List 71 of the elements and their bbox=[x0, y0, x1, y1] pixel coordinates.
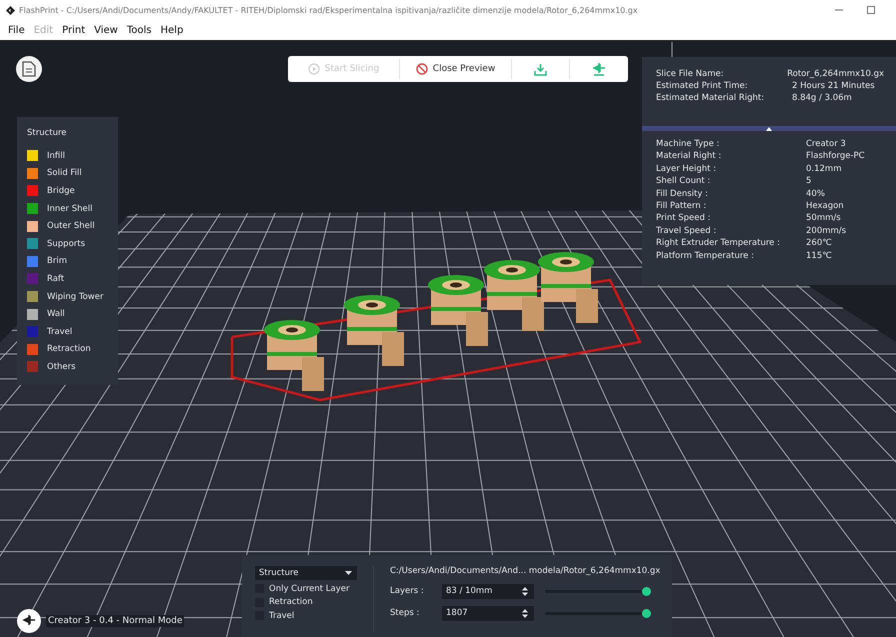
printer-icon bbox=[22, 615, 36, 627]
info-value: Rotor_6,264mmx10.gx bbox=[787, 69, 884, 79]
legend-label: Solid Fill bbox=[47, 168, 82, 178]
spin-field[interactable]: 1807 bbox=[442, 606, 534, 620]
info-value: 40% bbox=[806, 188, 825, 199]
info-value: 115℃ bbox=[806, 250, 832, 261]
play-icon bbox=[308, 63, 320, 75]
option-label: Only Current Layer bbox=[269, 584, 350, 594]
info-label: Estimated Material Right: bbox=[656, 93, 766, 103]
info-value: 200mm/s bbox=[806, 226, 846, 236]
menu-item[interactable]: File bbox=[8, 24, 25, 36]
option-label: Travel bbox=[269, 610, 294, 621]
caret-icon bbox=[345, 571, 352, 575]
legend-label: Wall bbox=[47, 309, 65, 320]
info-value: Flashforge-PC bbox=[806, 151, 865, 162]
prohibited-icon bbox=[416, 63, 428, 75]
menu-item[interactable]: Tools bbox=[126, 24, 152, 36]
legend-title: Structure bbox=[27, 128, 68, 138]
legend-label: Raft bbox=[47, 274, 64, 284]
info-value: 5 bbox=[806, 176, 812, 186]
menu-item[interactable]: Print bbox=[62, 24, 86, 36]
menu-item[interactable]: Help bbox=[160, 24, 184, 36]
info-label: Machine Type : bbox=[656, 139, 720, 149]
app-logo-icon bbox=[6, 6, 15, 14]
info-label: Travel Speed : bbox=[656, 226, 718, 236]
maximize-icon[interactable] bbox=[866, 5, 876, 15]
close-preview-button[interactable]: Close Preview bbox=[400, 59, 512, 79]
legend-label: Bridge bbox=[47, 186, 75, 196]
info-value: 260℃ bbox=[806, 238, 832, 248]
info-label: Material Right : bbox=[656, 151, 722, 162]
legend-label: Outer Shell bbox=[47, 221, 95, 232]
info-value: 8.84g / 3.06m bbox=[792, 93, 852, 103]
info-label: Slice File Name: bbox=[656, 69, 725, 79]
file-icon-button[interactable] bbox=[16, 56, 42, 82]
info-value: 0.12mm bbox=[806, 164, 842, 174]
slider-handle[interactable] bbox=[642, 586, 651, 596]
legend-label: Infill bbox=[47, 150, 65, 161]
legend-label: Brim bbox=[47, 256, 67, 266]
legend-label: Others bbox=[47, 362, 76, 372]
info-value: 50mm/s bbox=[806, 213, 841, 224]
download-icon bbox=[534, 62, 547, 76]
slider-label: Layers : bbox=[390, 586, 425, 596]
slider-label: Steps : bbox=[390, 608, 420, 618]
spin-field[interactable]: 83 / 10mm bbox=[442, 584, 534, 598]
info-label: Platform Temperature : bbox=[656, 250, 755, 261]
option-label: Retraction bbox=[269, 597, 313, 608]
legend-label: Wiping Tower bbox=[47, 292, 104, 302]
info-label: Fill Pattern : bbox=[656, 200, 708, 211]
legend-label: Supports bbox=[47, 238, 86, 249]
window-title: FlashPrint - C:/Users/Andi/Documents/Andy/FAKULTET - RITEH/Diplomski rad/Eksperimentalna ispitivanja/različite dimenzije modela/Rotor_6,264mmx10.gx bbox=[19, 6, 639, 14]
info-label: Estimated Print Time: bbox=[656, 81, 749, 91]
info-label: Right Extruder Temperature : bbox=[656, 238, 781, 248]
printer-status: Creator 3 - 0.4 - Normal Mode bbox=[46, 615, 184, 627]
document-icon bbox=[22, 61, 36, 77]
info-label: Print Speed : bbox=[656, 213, 712, 224]
info-value: Creator 3 bbox=[806, 139, 846, 149]
slider-handle[interactable] bbox=[642, 608, 651, 618]
legend-label: Retraction bbox=[47, 344, 91, 354]
spinner-arrows-icon bbox=[522, 586, 528, 596]
menu-item[interactable]: View bbox=[94, 24, 118, 36]
info-value: 2 Hours 21 Minutes bbox=[792, 81, 875, 91]
file-path: C:/Users/Andi/Documents/And... modela/Rotor_6,264mmx10.gx bbox=[390, 566, 660, 576]
legend-label: Inner Shell bbox=[47, 204, 92, 214]
legend-label: Travel bbox=[47, 326, 72, 337]
printer-icon bbox=[592, 62, 606, 76]
spinner-arrows-icon bbox=[522, 608, 528, 618]
info-value: Hexagon bbox=[806, 200, 844, 211]
info-label: Shell Count : bbox=[656, 176, 712, 186]
info-label: Layer Height : bbox=[656, 164, 718, 174]
info-label: Fill Density : bbox=[656, 188, 709, 199]
mode-dropdown[interactable]: Structure bbox=[255, 566, 357, 580]
